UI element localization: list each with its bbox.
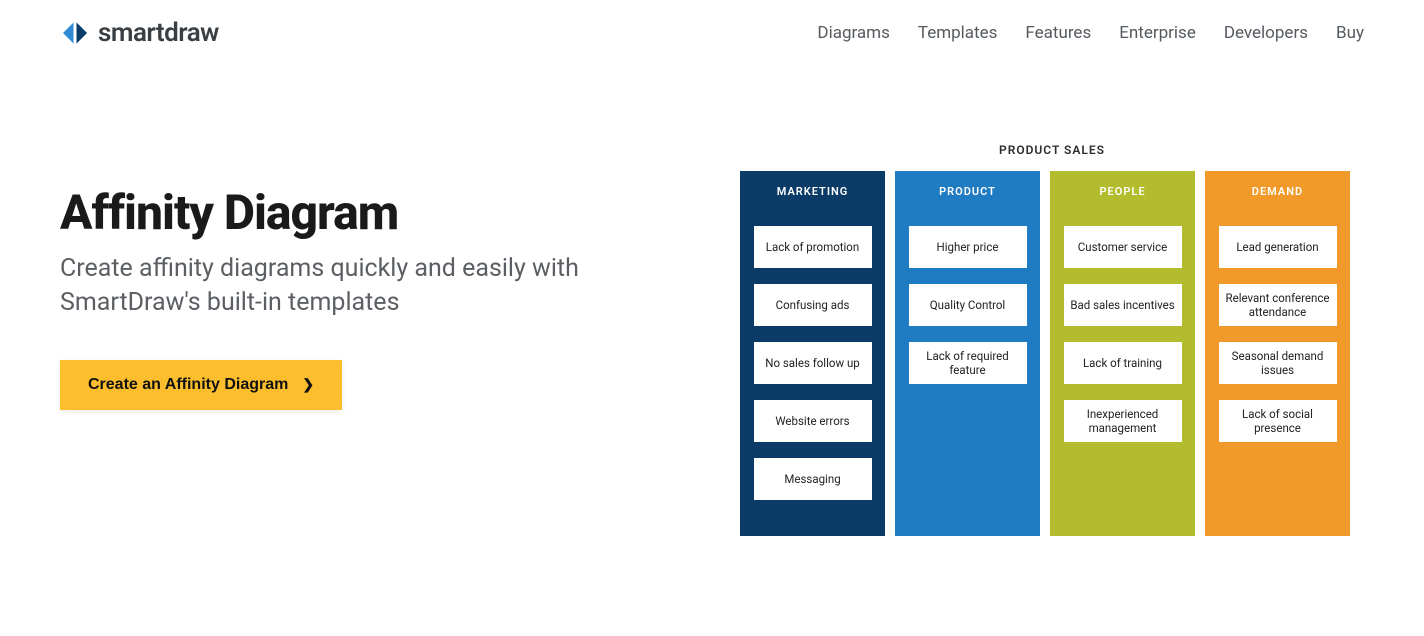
nav-templates[interactable]: Templates [918, 23, 998, 43]
diagram-card: Higher price [909, 226, 1027, 268]
logo-icon [60, 18, 90, 48]
page-subtitle: Create affinity diagrams quickly and eas… [60, 252, 700, 320]
diagram-card: Inexperienced management [1064, 400, 1182, 442]
diagram-card: No sales follow up [754, 342, 872, 384]
diagram-card: Relevant conference attendance [1219, 284, 1337, 326]
hero-section: Affinity Diagram Create affinity diagram… [0, 48, 1424, 536]
nav-diagrams[interactable]: Diagrams [817, 23, 889, 43]
diagram-card: Lack of social presence [1219, 400, 1337, 442]
diagram-card: Lead generation [1219, 226, 1337, 268]
diagram-card: Lack of training [1064, 342, 1182, 384]
nav-developers[interactable]: Developers [1224, 23, 1308, 43]
diagram-card: Messaging [754, 458, 872, 500]
example-diagram: PRODUCT SALES MARKETING Lack of promotio… [740, 143, 1364, 536]
diagram-card: Lack of required feature [909, 342, 1027, 384]
chevron-right-icon: ❯ [302, 376, 314, 393]
nav-features[interactable]: Features [1025, 23, 1091, 43]
diagram-card: Seasonal demand issues [1219, 342, 1337, 384]
site-header: smartdraw Diagrams Templates Features En… [0, 0, 1424, 48]
diagram-columns: MARKETING Lack of promotion Confusing ad… [740, 171, 1364, 536]
diagram-card: Quality Control [909, 284, 1027, 326]
column-people: PEOPLE Customer service Bad sales incent… [1050, 171, 1195, 536]
column-demand: DEMAND Lead generation Relevant conferen… [1205, 171, 1350, 536]
logo-text: smartdraw [98, 18, 219, 48]
cta-label: Create an Affinity Diagram [88, 376, 288, 394]
diagram-card: Bad sales incentives [1064, 284, 1182, 326]
column-header: MARKETING [777, 185, 849, 198]
main-nav: Diagrams Templates Features Enterprise D… [817, 23, 1364, 43]
diagram-card: Customer service [1064, 226, 1182, 268]
column-product: PRODUCT Higher price Quality Control Lac… [895, 171, 1040, 536]
diagram-card: Website errors [754, 400, 872, 442]
diagram-card: Confusing ads [754, 284, 872, 326]
diagram-card: Lack of promotion [754, 226, 872, 268]
column-header: PEOPLE [1099, 185, 1145, 198]
nav-enterprise[interactable]: Enterprise [1119, 23, 1196, 43]
logo[interactable]: smartdraw [60, 18, 219, 48]
diagram-title: PRODUCT SALES [740, 143, 1364, 157]
nav-buy[interactable]: Buy [1336, 23, 1364, 43]
column-marketing: MARKETING Lack of promotion Confusing ad… [740, 171, 885, 536]
page-title: Affinity Diagram [60, 188, 700, 238]
column-header: DEMAND [1252, 185, 1303, 198]
create-diagram-button[interactable]: Create an Affinity Diagram ❯ [60, 360, 342, 410]
column-header: PRODUCT [939, 185, 996, 198]
hero-copy: Affinity Diagram Create affinity diagram… [60, 143, 700, 536]
